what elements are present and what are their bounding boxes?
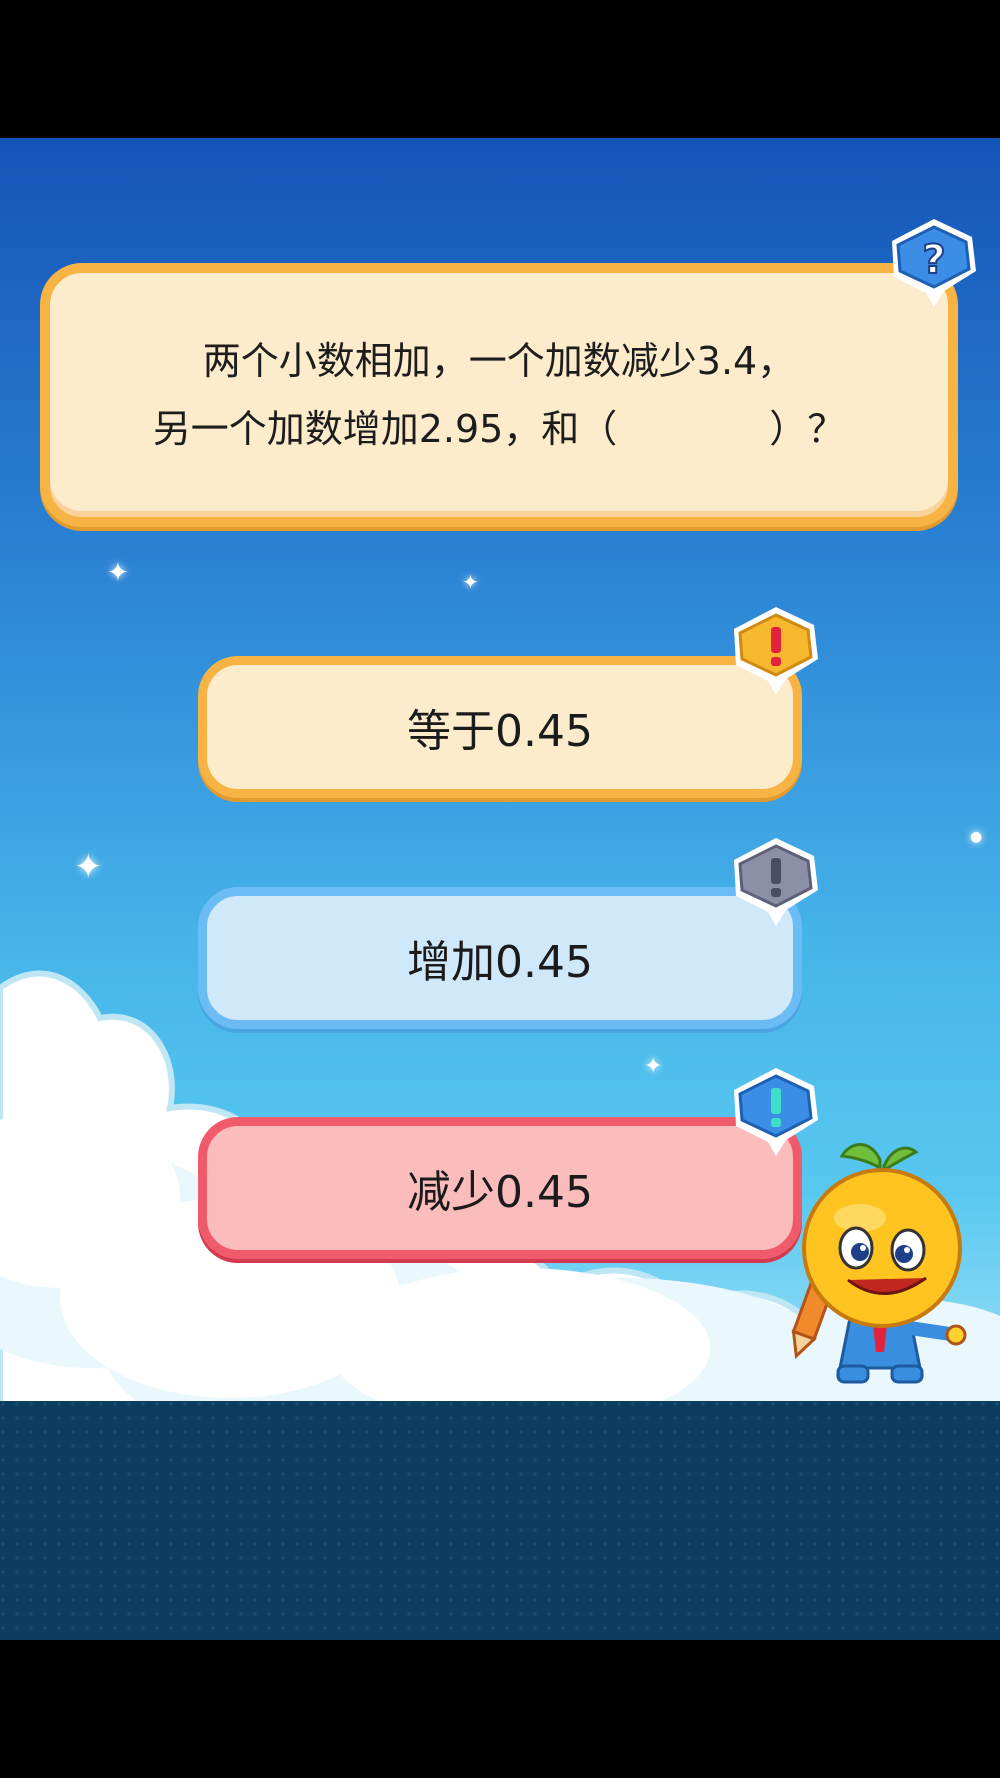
exclamation-icon xyxy=(734,838,818,926)
answer-option-b[interactable]: 增加0.45 xyxy=(198,887,802,1029)
question-line-1: 两个小数相加，一个加数减少3.4， xyxy=(202,339,796,383)
game-screen: ✦ ✦ ✦ ✦ ● 两个小数相加，一个加数减少3.4， 另一个加数增加2.95，… xyxy=(0,138,1000,1640)
sparkle-icon: ● xyxy=(970,829,983,845)
sparkle-icon: ✦ xyxy=(462,570,479,594)
answer-c-label: 减少0.45 xyxy=(407,1167,593,1218)
answer-option-a[interactable]: 等于0.45 xyxy=(198,656,802,798)
ground-panel xyxy=(0,1401,1000,1640)
svg-text:?: ? xyxy=(922,237,945,283)
answer-option-c[interactable]: 减少0.45 xyxy=(198,1117,802,1259)
sparkle-icon: ✦ xyxy=(74,847,103,887)
answer-a-label: 等于0.45 xyxy=(407,706,593,757)
question-card: 两个小数相加，一个加数减少3.4， 另一个加数增加2.95，和（ ）？ xyxy=(40,263,958,527)
question-line-2: 另一个加数增加2.95，和（ ）？ xyxy=(152,407,846,451)
orange-mascot xyxy=(791,1143,967,1384)
question-mark-icon[interactable]: ? xyxy=(886,215,982,311)
sparkle-icon: ✦ xyxy=(107,558,129,588)
question-text: 两个小数相加，一个加数减少3.4， 另一个加数增加2.95，和（ ）？ xyxy=(153,327,846,463)
exclamation-icon xyxy=(734,607,818,695)
answer-b-label: 增加0.45 xyxy=(407,937,593,988)
